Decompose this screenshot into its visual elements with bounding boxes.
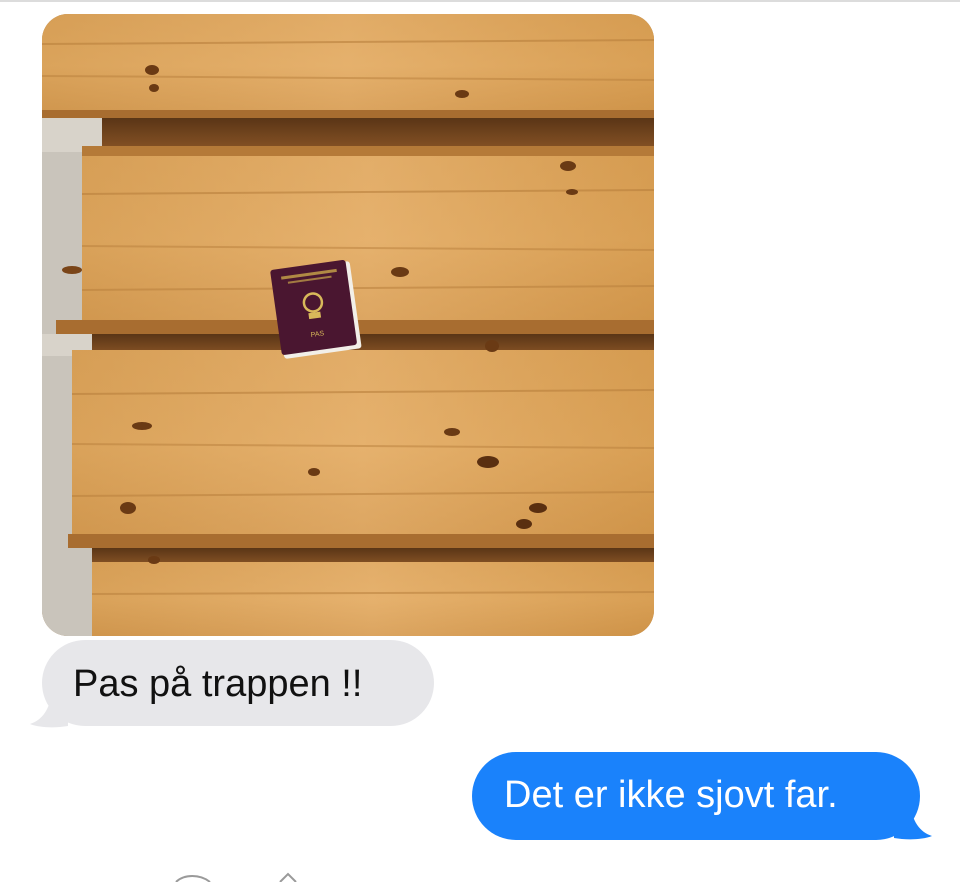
incoming-message-bubble[interactable]: Pas på trappen !! — [42, 640, 434, 726]
photo-message[interactable]: PAS — [42, 14, 654, 636]
incoming-message-text: Pas på trappen !! — [73, 663, 363, 705]
outgoing-message-bubble[interactable]: Det er ikke sjovt far. — [472, 752, 920, 840]
cropped-bottom-element — [175, 872, 297, 882]
top-divider — [0, 0, 960, 2]
stairs-photo: PAS — [42, 14, 654, 636]
passport-object: PAS — [270, 259, 362, 359]
outgoing-message-text: Det er ikke sjovt far. — [504, 774, 838, 816]
